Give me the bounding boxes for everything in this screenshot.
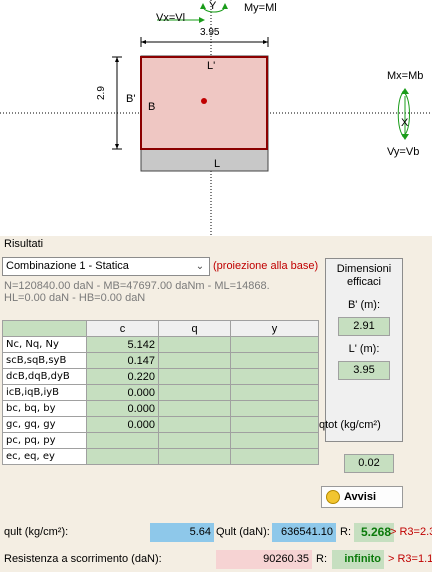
l-prime-label: L' [207, 60, 216, 72]
avvisi-button[interactable]: Avvisi [321, 486, 403, 508]
l-prime-dim-label: L' (m): [348, 343, 380, 355]
avvisi-label: Avvisi [344, 491, 377, 503]
chevron-down-icon[interactable]: ⌄ [193, 258, 207, 275]
l-prime-value: 3.95 [338, 361, 390, 380]
r-value: 5.268 [354, 523, 394, 542]
r-condition: > R3=2.3 [390, 526, 432, 538]
cell-q[interactable] [158, 368, 231, 385]
width-value: 3.95 [200, 27, 220, 38]
sliding-resistance-row: Resistenza a scorrimento (daN): 90260.35… [0, 550, 432, 570]
r-label: R: [340, 526, 351, 538]
foundation-drawing: Vx=Vl 3.95 Y My=Ml 2.9 B' L' B L Mx=Mb X… [0, 0, 432, 236]
l-label: L [214, 158, 221, 170]
cell-q[interactable] [158, 384, 231, 401]
dimensions-title: Dimensioni efficaci [336, 263, 392, 288]
grid-col-q: q [158, 320, 231, 337]
qult-label: qult (kg/cm²): [4, 526, 69, 538]
cell-q[interactable] [158, 432, 231, 449]
cell-y[interactable] [230, 432, 319, 449]
cell-y[interactable] [230, 336, 319, 353]
table-row: dcB,dqB,dyB 0.220 [2, 368, 319, 385]
slide-value: 90260.35 [216, 550, 312, 569]
my-label: My=Ml [244, 2, 277, 14]
qult-value: 5.64 [150, 523, 214, 542]
b-prime-label: B' [126, 93, 136, 105]
projection-note: (proiezione alla base) [213, 260, 319, 272]
warning-icon [326, 490, 340, 504]
row-label: scB,sqB,syB [2, 352, 87, 369]
results-legend: Risultati [4, 238, 44, 250]
cell-y[interactable] [230, 416, 319, 433]
table-row: bc, bq, by 0.000 [2, 400, 319, 417]
combination-select[interactable]: Combinazione 1 - Statica ⌄ [2, 257, 210, 276]
loads-info-line2: HL=0.00 daN - HB=0.00 daN [4, 292, 146, 304]
Qult-value: 636541.10 [272, 523, 336, 542]
Qult-label: Qult (daN): [216, 526, 270, 538]
r2-value: infinito [332, 550, 384, 569]
b-label: B [148, 101, 156, 113]
cell-c[interactable]: 5.142 [86, 336, 159, 353]
mx-label: Mx=Mb [387, 70, 424, 82]
effective-dimensions-box: Dimensioni efficaci B' (m): 2.91 L' (m):… [325, 258, 403, 442]
table-row: scB,sqB,syB 0.147 [2, 352, 319, 369]
table-row: ec, eq, ey [2, 448, 319, 465]
bearing-capacity-row: qult (kg/cm²): 5.64 Qult (daN): 636541.1… [0, 523, 432, 543]
qtot-value: 0.02 [344, 454, 394, 473]
row-label: icB,iqB,iyB [2, 384, 87, 401]
centroid-dot-icon [201, 98, 207, 104]
cell-c[interactable]: 0.000 [86, 400, 159, 417]
bearing-factors-grid: c q y Nc, Nq, Ny 5.142 scB,sqB,syB 0.147… [2, 320, 319, 465]
b-prime-value: 2.91 [338, 317, 390, 336]
combination-value: Combinazione 1 - Statica [6, 260, 129, 272]
cell-q[interactable] [158, 336, 231, 353]
row-label: bc, bq, by [2, 400, 87, 417]
table-row: icB,iqB,iyB 0.000 [2, 384, 319, 401]
loads-info-line1: N=120840.00 daN - MB=47697.00 daNm - ML=… [4, 280, 270, 292]
b-prime-dim-label: B' (m): [347, 299, 381, 311]
row-label: pc, pq, py [2, 432, 87, 449]
cell-c[interactable]: 0.000 [86, 416, 159, 433]
results-panel: Risultati Combinazione 1 - Statica ⌄ (pr… [0, 236, 432, 572]
qtot-label: qtot (kg/cm²) [319, 419, 381, 431]
grid-header-row: c q y [2, 320, 319, 337]
mx-rotation-arrow-icon [401, 91, 410, 137]
height-value: 2.9 [96, 86, 107, 100]
cell-c[interactable]: 0.220 [86, 368, 159, 385]
cell-y[interactable] [230, 384, 319, 401]
table-row: gc, gq, gy 0.000 [2, 416, 319, 433]
row-label: Nc, Nq, Ny [2, 336, 87, 353]
grid-col-c: c [86, 320, 159, 337]
cell-c[interactable] [86, 448, 159, 465]
row-label: gc, gq, gy [2, 416, 87, 433]
cell-c[interactable] [86, 432, 159, 449]
table-row: pc, pq, py [2, 432, 319, 449]
row-label: ec, eq, ey [2, 448, 87, 465]
x-axis-label: X [401, 117, 409, 129]
r2-label: R: [316, 553, 327, 565]
loads-info: N=120840.00 daN - MB=47697.00 daNm - ML=… [4, 280, 308, 308]
cell-q[interactable] [158, 448, 231, 465]
cell-q[interactable] [158, 352, 231, 369]
cell-y[interactable] [230, 448, 319, 465]
y-axis-label: Y [209, 0, 217, 12]
cell-q[interactable] [158, 416, 231, 433]
cell-c[interactable]: 0.000 [86, 384, 159, 401]
row-label: dcB,dqB,dyB [2, 368, 87, 385]
slide-label: Resistenza a scorrimento (daN): [4, 553, 162, 565]
vy-label: Vy=Vb [387, 146, 420, 158]
cell-q[interactable] [158, 400, 231, 417]
cell-c[interactable]: 0.147 [86, 352, 159, 369]
cell-y[interactable] [230, 368, 319, 385]
vx-label: Vx=Vl [156, 12, 186, 24]
r2-condition: > R3=1.1 [388, 553, 432, 565]
grid-col-y: y [230, 320, 319, 337]
cell-y[interactable] [230, 400, 319, 417]
table-row: Nc, Nq, Ny 5.142 [2, 336, 319, 353]
cell-y[interactable] [230, 352, 319, 369]
grid-corner [2, 320, 87, 337]
